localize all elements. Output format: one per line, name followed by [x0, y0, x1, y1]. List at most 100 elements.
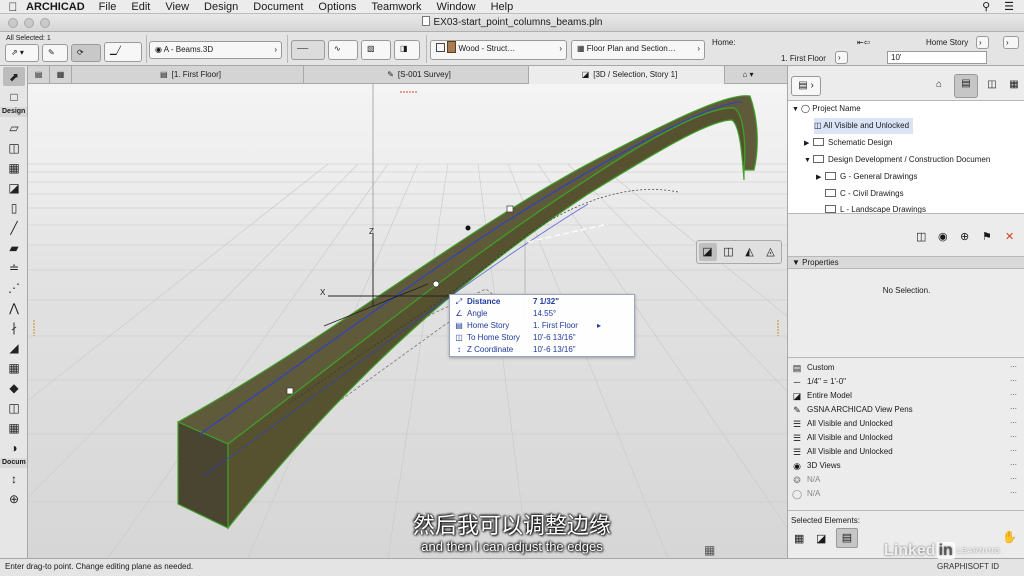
menu-list-icon[interactable]: ☰ — [1004, 0, 1014, 13]
quick-option-model[interactable]: ◪ Entire Model ⋯ — [788, 389, 1024, 403]
object-tool-icon[interactable]: ◪ — [3, 178, 25, 197]
railing-tool-icon[interactable]: ⋰ — [3, 278, 25, 297]
apple-icon[interactable]:  — [0, 0, 26, 14]
quick-option-layers[interactable]: ☰ All Visible and Unlocked ⋯ — [788, 417, 1024, 431]
slab-tool-icon[interactable]: ▰ — [3, 238, 25, 257]
hotspot[interactable] — [432, 280, 440, 288]
home-story-arrow[interactable]: › — [835, 51, 848, 64]
edit-plane-xy-icon[interactable]: ◫ — [720, 243, 738, 261]
beam-ends-angled-button[interactable]: ∿ — [328, 40, 358, 60]
tab-bar-menu-icon[interactable]: ▤ — [28, 66, 50, 84]
rotate-geometry-button[interactable]: ⟳ — [71, 44, 101, 62]
shell-tool-icon[interactable]: ∤ — [3, 318, 25, 337]
beam-geometry-button[interactable]: ▁╱ — [104, 42, 142, 62]
level-dimension-tool-icon[interactable]: ⊕ — [3, 489, 25, 508]
skylight-tool-icon[interactable]: ◢ — [3, 338, 25, 357]
curtain-wall-tool-icon[interactable]: ▦ — [3, 358, 25, 377]
properties-header[interactable]: ▼ Properties — [788, 256, 1024, 269]
tracker-value[interactable]: 10'-6 13/16" — [533, 333, 576, 342]
new-view-icon[interactable]: ⊕ — [960, 230, 969, 246]
material-select[interactable]: Wood - Struct… › — [430, 40, 567, 60]
tab-first-floor[interactable]: ▤ [1. First Floor] — [72, 66, 304, 84]
tab-overview-icon[interactable]: ▦ — [50, 66, 72, 84]
quick-option-graphic-override[interactable]: ❂ N/A ⋯ — [788, 473, 1024, 487]
publisher-sets-icon[interactable]: ▦ — [1004, 76, 1024, 96]
menu-design[interactable]: Design — [204, 1, 238, 13]
edit-plane-rotate-icon[interactable]: ◬ — [762, 243, 780, 261]
menu-edit[interactable]: Edit — [131, 1, 150, 13]
pick-settings-button[interactable]: ✎ — [42, 44, 68, 62]
zoom-window-button[interactable] — [40, 18, 50, 28]
tracker-row-distance[interactable]: ⤢ Distance 7 1/32" — [450, 297, 634, 308]
tree-item-civil-drawings[interactable]: C - Civil Drawings — [825, 186, 904, 202]
menu-document[interactable]: Document — [253, 1, 303, 13]
dimension-tool-icon[interactable]: ↕ — [3, 469, 25, 488]
spotlight-search-icon[interactable]: ⚲ — [982, 0, 990, 13]
tree-item-general-drawings[interactable]: ▶ G - General Drawings — [816, 169, 917, 185]
project-map-icon[interactable]: ⌂ — [928, 76, 950, 96]
close-window-button[interactable] — [8, 18, 18, 28]
floor-plan-section-button[interactable]: ▦ Floor Plan and Section… › — [571, 40, 705, 60]
tracker-value[interactable]: 14.55° — [533, 309, 556, 318]
offset-input[interactable]: 10' — [887, 51, 987, 64]
tab-3d-selection[interactable]: ◪ [3D / Selection, Story 1] — [529, 66, 725, 84]
app-menu[interactable]: ARCHICAD — [26, 1, 85, 13]
menu-options[interactable]: Options — [318, 1, 356, 13]
3d-viewport[interactable]: Z X ▦ ◪ ◫ ◭ ◬ ⤢ Distance 7 1/32" ∠ Angle… — [28, 84, 787, 558]
chevron-right-icon[interactable]: ▶ — [816, 170, 825, 186]
tree-item-all-visible[interactable]: ◫ All Visible and Unlocked — [814, 118, 914, 134]
hotspot[interactable] — [286, 387, 294, 395]
quick-option-scale[interactable]: ─ 1/4" = 1'-0" ⋯ — [788, 375, 1024, 389]
tree-item-design-development[interactable]: ▼ Design Development / Construction Docum… — [804, 152, 990, 168]
tracker-value[interactable]: 1. First Floor — [533, 321, 578, 330]
tab-navigator-toggle-icon[interactable]: ⌂ ▾ — [725, 66, 765, 84]
column-tool-icon[interactable]: ▯ — [3, 198, 25, 217]
element-settings-button[interactable]: ⇗ ▾ — [5, 44, 39, 62]
chevron-right-icon[interactable]: ▶ — [804, 136, 813, 152]
chevron-down-icon[interactable]: ▼ — [792, 102, 801, 118]
view-map-icon[interactable]: ▤ — [954, 74, 978, 98]
window-tool-icon[interactable]: ▦ — [3, 158, 25, 177]
beam-profile-button[interactable]: ◨ — [394, 40, 420, 60]
menu-view[interactable]: View — [165, 1, 189, 13]
new-folder-icon[interactable]: ◫ — [916, 230, 926, 246]
tracker-value[interactable]: 7 1/32" — [533, 297, 559, 306]
navigator-menu-button[interactable]: ▤ › — [791, 76, 821, 96]
tree-item-landscape-drawings[interactable]: L - Landscape Drawings — [825, 202, 926, 213]
save-view-icon[interactable]: ◉ — [938, 230, 948, 246]
menu-help[interactable]: Help — [491, 1, 514, 13]
mesh-tool-icon[interactable]: ▦ — [3, 418, 25, 437]
quick-option-layers-3[interactable]: ☰ All Visible and Unlocked ⋯ — [788, 445, 1024, 459]
minimize-window-button[interactable] — [24, 18, 34, 28]
chevron-right-icon[interactable]: ▸ — [597, 321, 601, 330]
infobox-more-arrow[interactable]: › — [1003, 36, 1019, 49]
menu-window[interactable]: Window — [436, 1, 475, 13]
tree-item-schematic-design[interactable]: ▶ Schematic Design — [804, 135, 892, 151]
lamp-tool-icon[interactable]: ◑ — [3, 438, 25, 457]
tracker-row-angle[interactable]: ∠ Angle 14.55° — [450, 309, 634, 320]
tab-survey[interactable]: ✎ [S-001 Survey] — [304, 66, 529, 84]
quick-option-structure[interactable]: ▤ Custom ⋯ — [788, 361, 1024, 375]
home-story-label-arrow[interactable]: › — [976, 36, 989, 49]
stair-tool-icon[interactable]: ≐ — [3, 258, 25, 277]
zone-tool-icon[interactable]: ◫ — [3, 398, 25, 417]
chevron-down-icon[interactable]: ▼ — [804, 153, 813, 169]
tracker-row-home-story[interactable]: ▤ Home Story 1. First Floor ▸ — [450, 321, 634, 332]
hotspot[interactable] — [506, 205, 514, 213]
beam-segment-button[interactable]: ▧ — [361, 40, 391, 60]
layout-book-icon[interactable]: ◫ — [981, 76, 1003, 96]
arrow-tool-icon[interactable]: ⬈ — [3, 67, 25, 86]
tracker-value[interactable]: 10'-6 13/16" — [533, 345, 576, 354]
quick-option-3d-views[interactable]: ◉ 3D Views ⋯ — [788, 459, 1024, 473]
roof-tool-icon[interactable]: ⋀ — [3, 298, 25, 317]
door-tool-icon[interactable]: ◫ — [3, 138, 25, 157]
morph-tool-icon[interactable]: ◆ — [3, 378, 25, 397]
hotspot[interactable] — [465, 225, 471, 231]
edit-plane-icon[interactable]: ◪ — [698, 243, 717, 261]
quick-option-layers-2[interactable]: ☰ All Visible and Unlocked ⋯ — [788, 431, 1024, 445]
menu-file[interactable]: File — [99, 1, 117, 13]
tracker-row-to-home-story[interactable]: ◫ To Home Story 10'-6 13/16" — [450, 333, 634, 344]
tree-item-project-name[interactable]: ▼ ◯ Project Name — [792, 101, 861, 117]
edit-plane-vertical-icon[interactable]: ◭ — [741, 243, 759, 261]
layer-select[interactable]: ◉ A - Beams.3D › — [149, 41, 282, 59]
